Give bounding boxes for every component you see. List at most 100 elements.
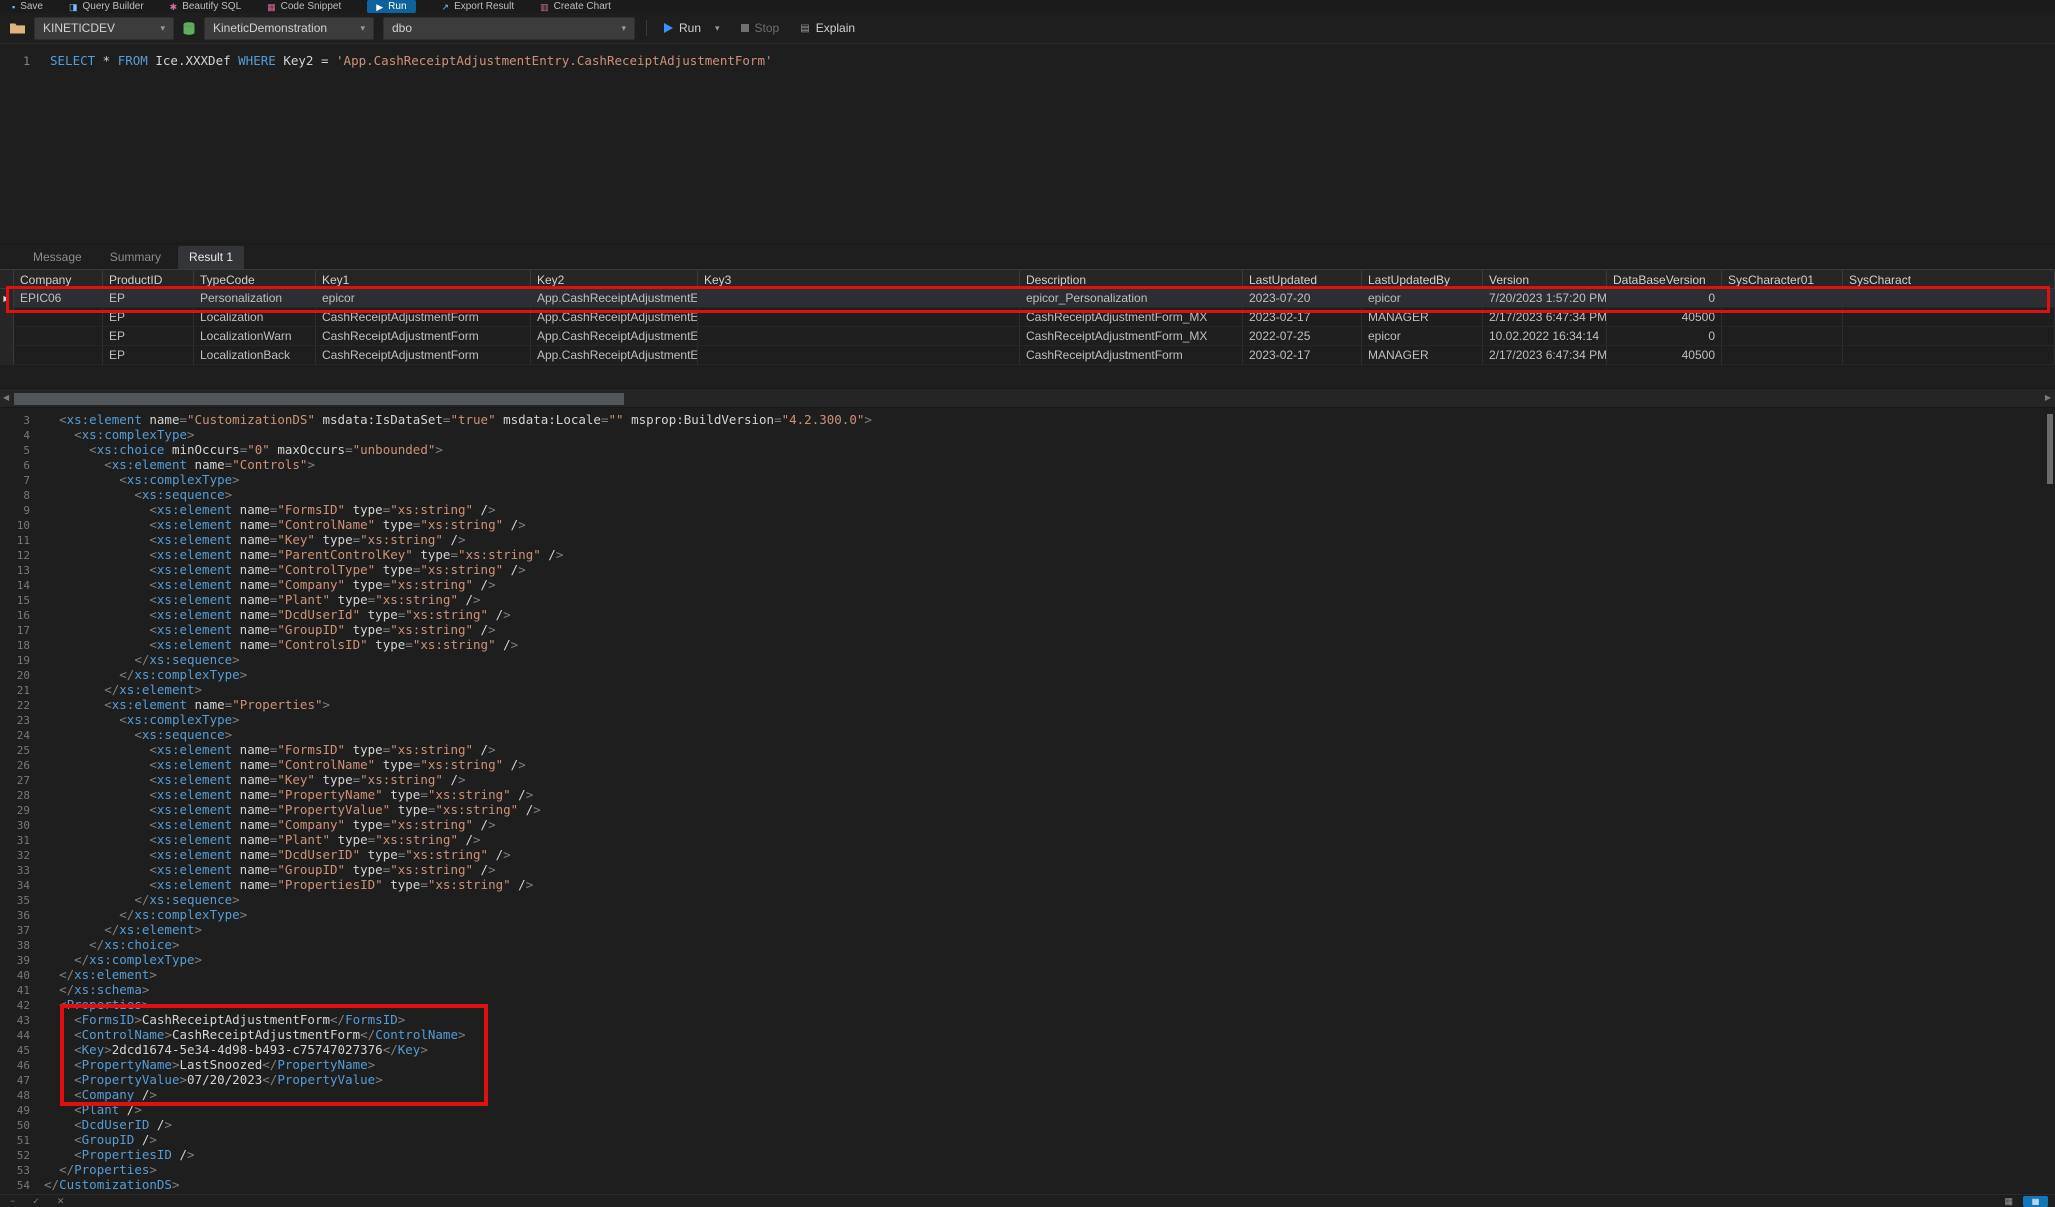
table-cell[interactable] xyxy=(698,289,1020,307)
table-cell[interactable]: CashReceiptAdjustmentForm xyxy=(316,327,531,345)
table-cell[interactable] xyxy=(698,308,1020,326)
table-cell[interactable]: epicor xyxy=(316,289,531,307)
table-cell[interactable] xyxy=(1843,308,2055,326)
toolbar-button-code-snippet[interactable]: ▦Code Snippet xyxy=(267,0,341,13)
toolbar-button-query-builder[interactable]: ◨Query Builder xyxy=(69,0,144,13)
table-cell[interactable]: EP xyxy=(103,289,194,307)
table-cell[interactable]: epicor xyxy=(1362,289,1483,307)
toolbar-button-create-chart[interactable]: ▥Create Chart xyxy=(540,0,611,13)
table-cell[interactable]: 2023-07-20 xyxy=(1243,289,1362,307)
table-cell[interactable] xyxy=(1843,346,2055,364)
column-header-key2[interactable]: Key2 xyxy=(531,270,698,288)
table-cell[interactable] xyxy=(14,327,103,345)
explain-button[interactable]: ▤ Explain xyxy=(794,17,861,40)
table-cell[interactable]: LocalizationWarn xyxy=(194,327,316,345)
table-cell[interactable]: CashReceiptAdjustmentForm xyxy=(316,346,531,364)
table-row[interactable]: ▶EPIC06EPPersonalizationepicorApp.CashRe… xyxy=(0,289,2055,308)
run-button[interactable]: Run ▾ xyxy=(658,17,726,40)
table-cell[interactable] xyxy=(1722,327,1843,345)
column-header-description[interactable]: Description xyxy=(1020,270,1243,288)
vertical-scrollbar[interactable] xyxy=(2045,410,2055,1194)
table-cell[interactable]: Localization xyxy=(194,308,316,326)
vertical-scrollbar-thumb[interactable] xyxy=(2047,414,2053,484)
table-cell[interactable] xyxy=(1843,289,2055,307)
toolbar-button-run[interactable]: ▶Run xyxy=(367,0,415,13)
table-cell[interactable] xyxy=(14,308,103,326)
table-cell[interactable]: CashReceiptAdjustmentForm_MX xyxy=(1020,327,1243,345)
table-cell[interactable]: CashReceiptAdjustmentForm xyxy=(316,308,531,326)
table-cell[interactable] xyxy=(698,346,1020,364)
table-cell[interactable]: 7/20/2023 1:57:20 PM xyxy=(1483,289,1607,307)
table-cell[interactable] xyxy=(1722,346,1843,364)
schema-select[interactable]: dbo ▾ xyxy=(383,17,635,40)
table-cell[interactable]: 2/17/2023 6:47:34 PM xyxy=(1483,346,1607,364)
table-cell[interactable]: App.CashReceiptAdjustmentE xyxy=(531,289,698,307)
column-header-version[interactable]: Version xyxy=(1483,270,1607,288)
table-cell[interactable]: EPIC06 xyxy=(14,289,103,307)
table-cell[interactable]: App.CashReceiptAdjustmentE xyxy=(531,327,698,345)
table-cell[interactable]: 2023-02-17 xyxy=(1243,308,1362,326)
table-cell[interactable] xyxy=(1843,327,2055,345)
grid-view-icon[interactable]: ▦ xyxy=(2004,1196,2013,1207)
column-header-productid[interactable]: ProductID xyxy=(103,270,194,288)
table-cell[interactable]: App.CashReceiptAdjustmentE xyxy=(531,346,698,364)
row-header[interactable] xyxy=(0,327,14,345)
column-header-lastupdatedby[interactable]: LastUpdatedBy xyxy=(1362,270,1483,288)
table-cell[interactable]: epicor_Personalization xyxy=(1020,289,1243,307)
tab-summary[interactable]: Summary xyxy=(99,246,172,269)
column-header-typecode[interactable]: TypeCode xyxy=(194,270,316,288)
column-header-syscharacter01[interactable]: SysCharacter01 xyxy=(1722,270,1843,288)
table-cell[interactable]: 2022-07-25 xyxy=(1243,327,1362,345)
table-cell[interactable]: 0 xyxy=(1607,289,1722,307)
table-cell[interactable]: 2/17/2023 6:47:34 PM xyxy=(1483,308,1607,326)
toolbar-button-save[interactable]: ▪Save xyxy=(12,0,43,13)
sql-editor[interactable]: 1 SELECT * FROM Ice.XXXDef WHERE Key2 = … xyxy=(0,44,2055,243)
table-cell[interactable]: Personalization xyxy=(194,289,316,307)
scroll-right-icon[interactable]: ▶ xyxy=(2045,393,2051,402)
table-cell[interactable]: MANAGER xyxy=(1362,308,1483,326)
table-cell[interactable]: 0 xyxy=(1607,327,1722,345)
table-cell[interactable]: EP xyxy=(103,327,194,345)
table-view-button[interactable]: ▦ xyxy=(2023,1196,2048,1207)
toolbar-button-beautify-sql[interactable]: ✱Beautify SQL xyxy=(170,0,241,13)
column-header-syscharact[interactable]: SysCharact xyxy=(1843,270,2055,288)
column-header-company[interactable]: Company xyxy=(14,270,103,288)
horizontal-scrollbar-thumb[interactable] xyxy=(14,393,624,405)
table-cell[interactable]: 10.02.2022 16:34:14 xyxy=(1483,327,1607,345)
check-icon[interactable]: ✓ xyxy=(32,1196,40,1207)
table-cell[interactable]: CashReceiptAdjustmentForm_MX xyxy=(1020,308,1243,326)
table-cell[interactable]: EP xyxy=(103,346,194,364)
table-cell[interactable]: LocalizationBack xyxy=(194,346,316,364)
scroll-left-icon[interactable]: ◀ xyxy=(3,393,9,402)
column-header-key3[interactable]: Key3 xyxy=(698,270,1020,288)
database-select[interactable]: KineticDemonstration ▾ xyxy=(204,17,374,40)
table-cell[interactable] xyxy=(1722,289,1843,307)
table-cell[interactable]: epicor xyxy=(1362,327,1483,345)
table-cell[interactable] xyxy=(1722,308,1843,326)
tab-result-1[interactable]: Result 1 xyxy=(178,246,244,269)
column-header-key1[interactable]: Key1 xyxy=(316,270,531,288)
table-cell[interactable]: 2023-02-17 xyxy=(1243,346,1362,364)
table-row[interactable]: EPLocalizationBackCashReceiptAdjustmentF… xyxy=(0,346,2055,365)
connection-select[interactable]: KINETICDEV ▾ xyxy=(34,17,174,40)
table-cell[interactable] xyxy=(698,327,1020,345)
table-cell[interactable]: 40500 xyxy=(1607,308,1722,326)
table-row[interactable]: EPLocalizationWarnCashReceiptAdjustmentF… xyxy=(0,327,2055,346)
table-cell[interactable] xyxy=(14,346,103,364)
table-cell[interactable]: EP xyxy=(103,308,194,326)
table-row[interactable]: EPLocalizationCashReceiptAdjustmentFormA… xyxy=(0,308,2055,327)
close-icon[interactable]: ✕ xyxy=(57,1196,65,1207)
row-header[interactable]: ▶ xyxy=(0,289,14,307)
toolbar-button-export-result[interactable]: ↗Export Result xyxy=(442,0,515,13)
dash-icon[interactable]: − xyxy=(10,1196,15,1207)
table-cell[interactable]: App.CashReceiptAdjustmentE xyxy=(531,308,698,326)
stop-button[interactable]: Stop xyxy=(735,17,786,40)
column-header-databaseversion[interactable]: DataBaseVersion xyxy=(1607,270,1722,288)
tab-message[interactable]: Message xyxy=(22,246,93,269)
table-cell[interactable]: CashReceiptAdjustmentForm xyxy=(1020,346,1243,364)
table-cell[interactable]: 40500 xyxy=(1607,346,1722,364)
horizontal-scrollbar[interactable]: ◀ ▶ xyxy=(0,388,2055,408)
column-header-lastupdated[interactable]: LastUpdated xyxy=(1243,270,1362,288)
row-header[interactable] xyxy=(0,346,14,364)
table-cell[interactable]: MANAGER xyxy=(1362,346,1483,364)
